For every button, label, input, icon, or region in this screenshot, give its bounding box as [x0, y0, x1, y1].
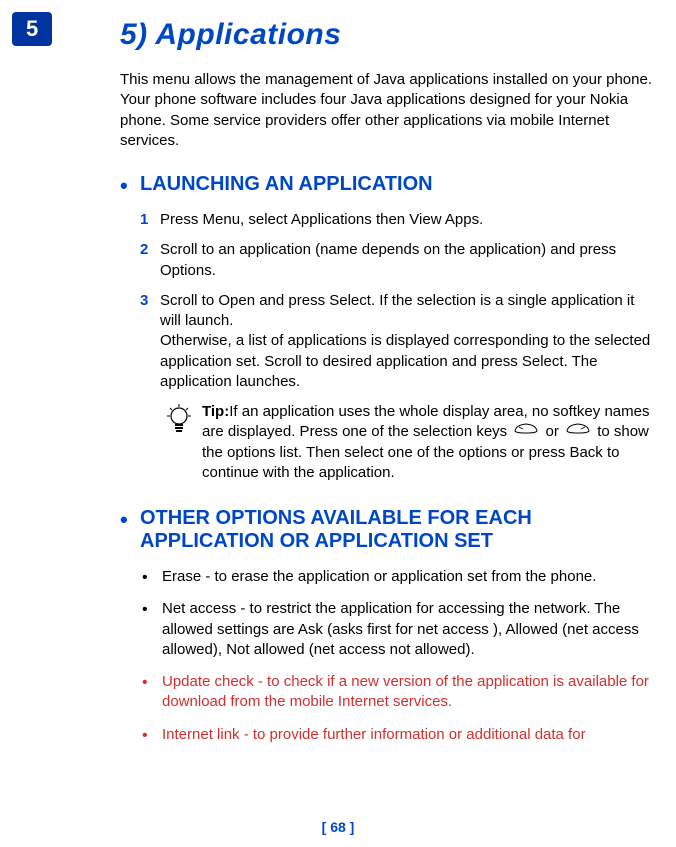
- lightbulb-icon: [166, 404, 192, 441]
- tip-label: Tip:: [202, 403, 229, 420]
- step-number: 2: [140, 240, 148, 260]
- section-heading-other-options: OTHER OPTIONS AVAILABLE FOR EACH APPLICA…: [140, 507, 656, 553]
- bullet-item: Internet link - to provide further infor…: [140, 725, 656, 745]
- section-other-options: OTHER OPTIONS AVAILABLE FOR EACH APPLICA…: [140, 507, 656, 745]
- page-content: 5) Applications This menu allows the man…: [0, 0, 676, 745]
- tip-block: Tip:If an application uses the whole dis…: [166, 402, 656, 483]
- section-launching: LAUNCHING AN APPLICATION 1 Press Menu, s…: [140, 173, 656, 483]
- bullet-item: Net access - to restrict the application…: [140, 599, 656, 660]
- tip-text: Tip:If an application uses the whole dis…: [202, 402, 656, 483]
- step-text: Scroll to Open and press Select. If the …: [160, 292, 650, 390]
- selection-key-right-icon: [565, 422, 591, 442]
- step-number: 3: [140, 291, 148, 311]
- bullet-item: Erase - to erase the application or appl…: [140, 567, 656, 587]
- page-number: [ 68 ]: [0, 819, 676, 835]
- section-heading-launching: LAUNCHING AN APPLICATION: [140, 173, 656, 196]
- step-item: 2 Scroll to an application (name depends…: [140, 240, 656, 281]
- step-text: Scroll to an application (name depends o…: [160, 241, 616, 278]
- bullet-item: Update check - to check if a new version…: [140, 672, 656, 713]
- step-item: 1 Press Menu, select Applications then V…: [140, 210, 656, 230]
- page-title: 5) Applications: [120, 18, 656, 52]
- step-number: 1: [140, 210, 148, 230]
- chapter-tab: 5: [12, 12, 52, 46]
- step-text: Press Menu, select Applications then Vie…: [160, 211, 483, 228]
- step-item: 3 Scroll to Open and press Select. If th…: [140, 291, 656, 392]
- tip-text-part2: or: [541, 423, 563, 440]
- intro-paragraph: This menu allows the management of Java …: [120, 70, 656, 151]
- selection-key-left-icon: [513, 422, 539, 442]
